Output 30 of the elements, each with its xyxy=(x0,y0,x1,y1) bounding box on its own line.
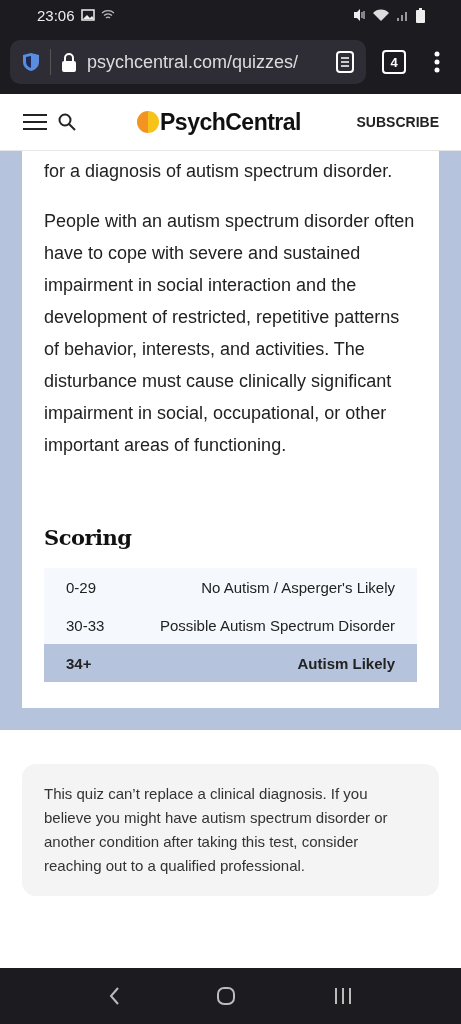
image-icon xyxy=(80,9,95,21)
score-result: Possible Autism Spectrum Disorder xyxy=(159,616,395,634)
address-bar[interactable]: psychcentral.com/quizzes/ xyxy=(10,40,366,84)
lock-icon xyxy=(61,52,77,72)
clock-time: 23:06 xyxy=(37,6,75,24)
search-icon[interactable] xyxy=(58,113,76,131)
section-heading: Scoring xyxy=(44,525,133,550)
article-paragraph: for a diagnosis of autism spectrum disorder. xyxy=(44,160,394,183)
score-range: 34+ xyxy=(66,654,92,672)
back-icon[interactable] xyxy=(108,986,121,1006)
score-result: No Autism / Asperger's Likely xyxy=(201,578,395,596)
site-logo: PsychCentral xyxy=(160,108,301,136)
shield-icon xyxy=(22,52,40,72)
menu-icon[interactable] xyxy=(434,51,440,73)
score-range: 0-29 xyxy=(66,578,97,596)
tab-count-button[interactable]: 4 xyxy=(382,50,406,74)
score-result: Autism Likely xyxy=(297,654,395,672)
url-text: psychcentral.com/quizzes/ xyxy=(87,51,300,73)
reader-icon[interactable] xyxy=(336,51,354,73)
article-paragraph: People with an autism spectrum disorder often have to cope with severe and sustained impairment in social interaction and the development of restricted, repetitive patterns of behavior, interests, and activities. The disturbance must cause clinically significant impairment in social, occupational, or other important areas of functioning. xyxy=(44,210,416,457)
wifi-icon xyxy=(372,8,390,22)
home-icon[interactable] xyxy=(216,986,237,1006)
score-range: 30-33 xyxy=(66,616,105,634)
mute-icon xyxy=(352,8,366,22)
subscribe-link[interactable]: SUBSCRIBE xyxy=(356,114,439,130)
battery-icon xyxy=(416,7,425,23)
logo-icon xyxy=(136,110,160,134)
menu-icon[interactable] xyxy=(22,113,48,131)
disclaimer-text: This quiz can’t replace a clinical diagnosis. If you believe you might have autism spectrum disorder or another condition after taking this test, consider reaching out to a qualified professional. xyxy=(22,764,439,896)
recents-icon[interactable] xyxy=(332,987,353,1005)
